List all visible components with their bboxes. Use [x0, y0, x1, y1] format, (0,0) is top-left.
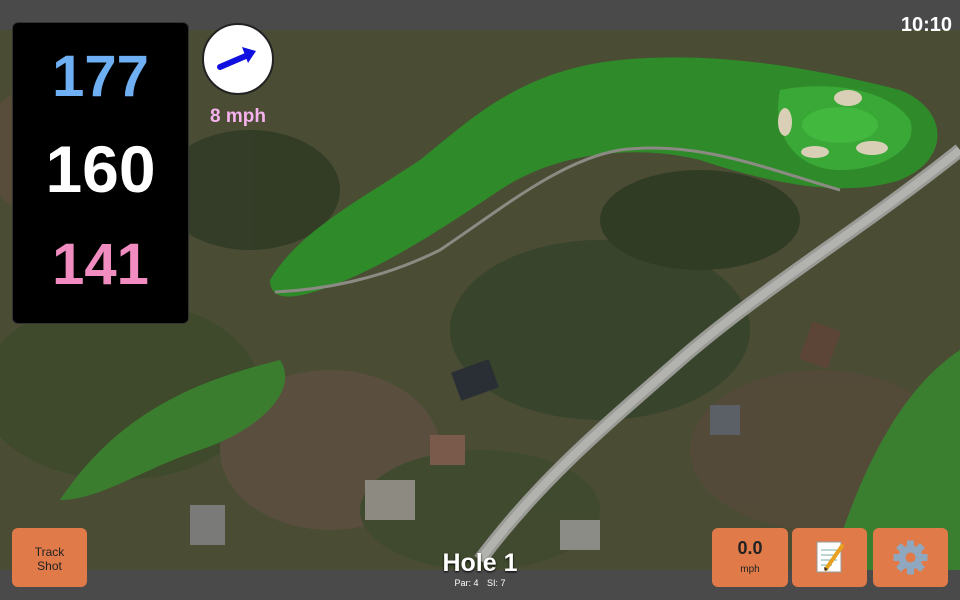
track-shot-label: Track Shot: [34, 545, 65, 573]
si-label: SI: 7: [487, 578, 506, 588]
wind-arrow-icon: [217, 47, 256, 70]
distance-panel: 177 160 141: [12, 22, 189, 324]
back-distance: 177: [52, 44, 149, 109]
center-distance: 160: [45, 132, 156, 206]
speed-unit: mph: [740, 564, 760, 575]
speed-value: 0.0: [737, 538, 763, 558]
hole-title: Hole 1: [442, 549, 518, 577]
hole-info: Par: 4 SI: 7: [380, 578, 580, 588]
settings-button[interactable]: [873, 528, 948, 587]
par-label: Par: 4: [454, 578, 479, 588]
notepad-icon: [816, 541, 844, 573]
wind-speed: 8 mph: [210, 106, 266, 127]
clock: 10:10: [900, 14, 952, 36]
speed-button[interactable]: 0.0 mph: [712, 528, 788, 587]
notes-button[interactable]: [792, 528, 867, 587]
wind-indicator: [202, 23, 274, 95]
track-shot-button[interactable]: Track Shot: [12, 528, 87, 587]
gear-icon: [893, 540, 928, 575]
front-distance: 141: [52, 232, 149, 297]
